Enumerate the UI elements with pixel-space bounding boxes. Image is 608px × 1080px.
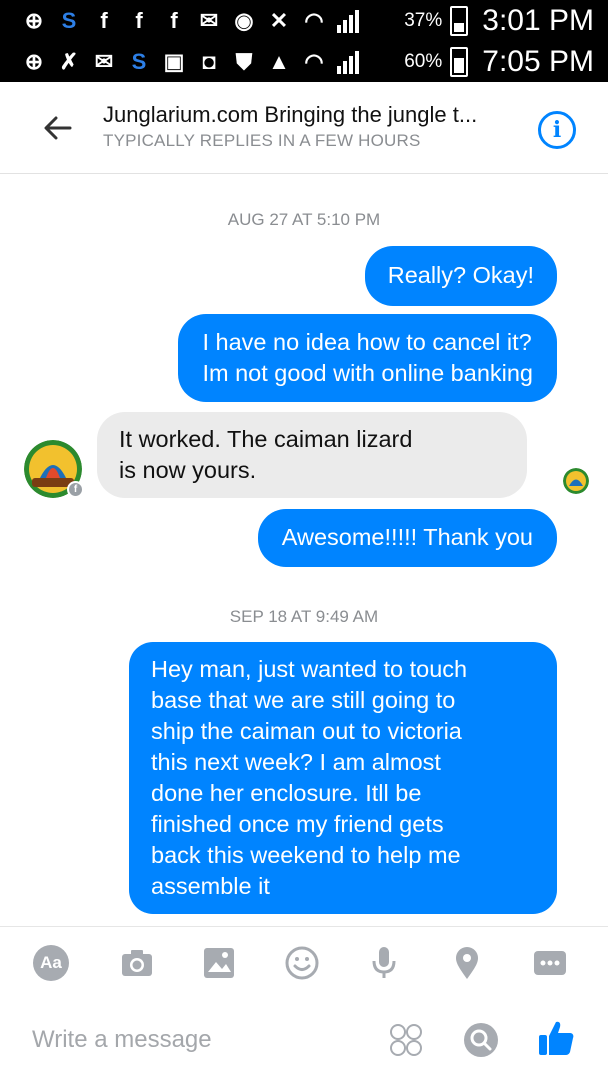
clock: 7:05 PM xyxy=(482,45,594,78)
junglarium-logo-icon xyxy=(563,468,589,494)
warning-icon: ▲ xyxy=(268,49,290,74)
message-line: assemble it xyxy=(151,873,270,899)
signal-icon xyxy=(337,50,359,74)
mail-icon: ✉ xyxy=(199,8,219,33)
facebook-icon: f xyxy=(100,8,108,33)
conversation-header: Junglarium.com Bringing the jungle t... … xyxy=(0,82,608,174)
timestamp: SEP 18 AT 9:49 AM xyxy=(229,607,379,626)
battery-icon xyxy=(450,47,469,77)
instagram-icon: ◘ xyxy=(202,49,216,74)
gif-search-icon[interactable] xyxy=(463,1022,499,1058)
mute-icon: ✕ xyxy=(269,8,289,33)
location-icon[interactable] xyxy=(449,945,485,981)
plus-icon: ⊕ xyxy=(24,8,44,33)
s-icon: S xyxy=(131,49,147,74)
back-arrow-icon[interactable] xyxy=(40,110,76,146)
info-icon[interactable]: i xyxy=(538,111,576,149)
plus-icon: ⊕ xyxy=(24,49,44,74)
image-icon: ▣ xyxy=(163,49,185,74)
message-line: I have no idea how to cancel it? xyxy=(202,329,532,355)
more-icon[interactable] xyxy=(532,945,568,981)
incoming-message[interactable]: It worked. The caiman lizard is now your… xyxy=(97,412,527,498)
message-line: is now yours. xyxy=(119,457,257,483)
emoji-icon[interactable] xyxy=(284,945,320,981)
outgoing-message[interactable]: Awesome!!!!! Thank you xyxy=(257,509,557,567)
stickers-icon[interactable] xyxy=(388,1022,424,1058)
outgoing-message[interactable]: I have no idea how to cancel it? Im not … xyxy=(178,314,557,402)
shield-icon: ⛊ xyxy=(235,49,253,74)
status-bar-top: ⊕ S f f f ✉ ◉ ✕ ◠ 37% 3:01 PM xyxy=(0,0,608,42)
like-thumb-icon[interactable] xyxy=(536,1018,576,1058)
message-composer: Write a message xyxy=(0,1000,608,1080)
clock: 3:01 PM xyxy=(482,4,594,37)
gallery-icon[interactable] xyxy=(201,945,237,981)
microphone-icon[interactable] xyxy=(366,945,402,981)
camera-icon[interactable] xyxy=(119,945,155,981)
messenger-icon: ◉ xyxy=(234,8,254,33)
message-line: Awesome!!!!! Thank you xyxy=(281,524,533,550)
s-icon: S xyxy=(61,8,77,33)
wifi-icon: ◠ xyxy=(304,49,324,74)
message-thread[interactable]: AUG 27 AT 5:10 PM Really? Okay! I have n… xyxy=(0,174,608,926)
mail-icon: ✉ xyxy=(94,49,114,74)
seen-receipt-avatar xyxy=(563,468,589,494)
message-line: Really? Okay! xyxy=(387,262,534,288)
message-line: this next week? I am almost xyxy=(151,749,441,775)
facebook-icon: f xyxy=(135,8,143,33)
battery-icon xyxy=(450,6,469,36)
message-line: ship the caiman out to victoria xyxy=(151,718,462,744)
facebook-icon: f xyxy=(170,8,178,33)
battery-percent: 60% xyxy=(404,51,443,72)
outgoing-message[interactable]: Hey man, just wanted to touch base that … xyxy=(129,642,557,914)
message-line: Im not good with online banking xyxy=(202,360,533,386)
conversation-title[interactable]: Junglarium.com Bringing the jungle t... xyxy=(103,102,477,128)
wifi-icon: ◠ xyxy=(304,8,324,33)
timestamp: AUG 27 AT 5:10 PM xyxy=(227,210,381,229)
message-line: back this weekend to help me xyxy=(151,842,461,868)
status-bar-bottom: ⊕ ✗ ✉ S ▣ ◘ ⛊ ▲ ◠ 60% 7:05 PM xyxy=(0,42,608,82)
signal-icon xyxy=(337,9,359,33)
facebook-page-badge-icon: f xyxy=(67,481,84,498)
text-format-icon[interactable]: Aa xyxy=(33,945,69,981)
message-line: base that we are still going to xyxy=(151,687,456,713)
message-line: done her enclosure. Itll be xyxy=(151,780,422,806)
message-input[interactable]: Write a message xyxy=(32,1026,212,1054)
composer-toolbar: Aa xyxy=(0,926,608,1000)
message-line: Hey man, just wanted to touch xyxy=(151,656,468,682)
message-line: It worked. The caiman lizard xyxy=(119,426,413,452)
missed-call-icon: ✗ xyxy=(59,49,79,74)
battery-percent: 37% xyxy=(404,10,443,31)
message-line: finished once my friend gets xyxy=(151,811,444,837)
outgoing-message[interactable]: Really? Okay! xyxy=(364,246,557,306)
response-time-subtitle: TYPICALLY REPLIES IN A FEW HOURS xyxy=(103,131,421,150)
